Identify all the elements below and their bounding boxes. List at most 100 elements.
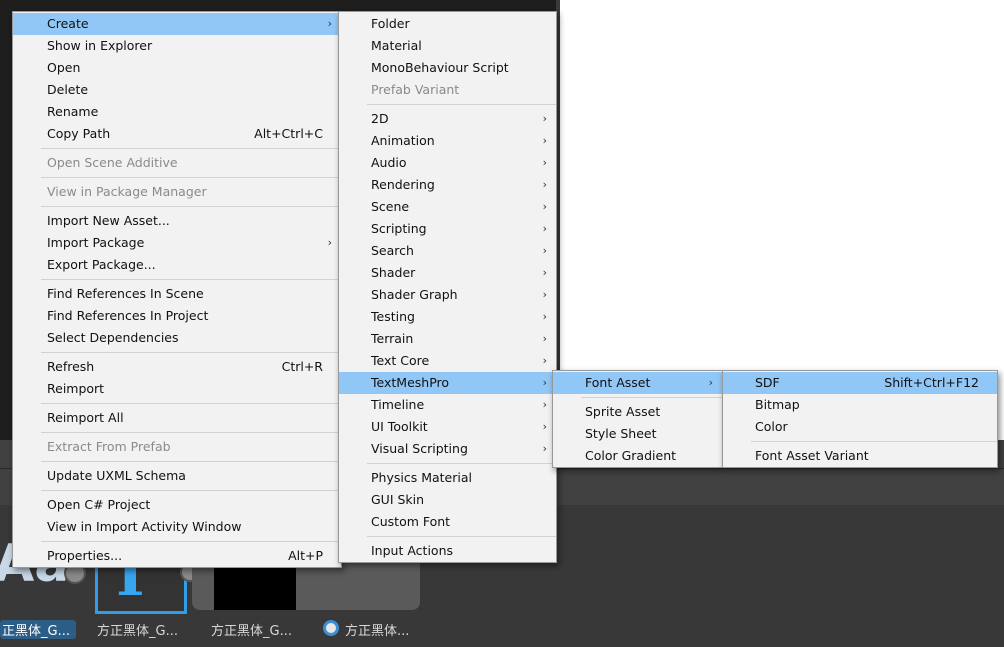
asset-label-4[interactable]: 方正黑体... [345,620,409,639]
menu-item-find-references-in-project[interactable]: Find References In Project [13,305,341,327]
menu-item-timeline[interactable]: Timeline › [339,394,556,416]
menu-item-scene[interactable]: Scene › [339,196,556,218]
menu-item-monobehaviour-script[interactable]: MonoBehaviour Script [339,57,556,79]
menu-item-bitmap[interactable]: Bitmap [723,394,997,416]
chevron-right-icon: › [327,236,332,249]
menu-item-label: SDF [755,375,780,390]
menu-item-color[interactable]: Color [723,416,997,438]
menu-item-label: 2D [371,111,389,126]
menu-item-sprite-asset[interactable]: Sprite Asset [553,401,722,423]
chevron-right-icon: › [542,332,547,345]
menu-item-open[interactable]: Open [13,57,341,79]
menu-item-label: Color Gradient [585,448,677,463]
textmeshpro-submenu: Font Asset › Sprite Asset Style Sheet Color … [552,370,723,468]
menu-item-2d[interactable]: 2D › [339,108,556,130]
menu-item-label: Reimport All [47,410,124,425]
menu-item-text-core[interactable]: Text Core › [339,350,556,372]
menu-item-custom-font[interactable]: Custom Font [339,511,556,533]
menu-item-visual-scripting[interactable]: Visual Scripting › [339,438,556,460]
menu-item-copy-path[interactable]: Copy Path Alt+Ctrl+C [13,123,341,145]
menu-item-label: Shader [371,265,416,280]
menu-item-label: Export Package... [47,257,156,272]
menu-item-label: Find References In Project [47,308,209,323]
menu-item-label: TextMeshPro [371,375,450,390]
create-submenu: Folder Material MonoBehaviour Script Prefab… [338,11,557,563]
menu-item-view-in-import-activity-window[interactable]: View in Import Activity Window [13,516,341,538]
menu-item-select-dependencies[interactable]: Select Dependencies [13,327,341,349]
menu-separator [41,461,341,462]
menu-item-animation[interactable]: Animation › [339,130,556,152]
menu-item-label: Input Actions [371,543,454,558]
menu-item-physics-material[interactable]: Physics Material [339,467,556,489]
menu-separator [41,148,341,149]
menu-item-scripting[interactable]: Scripting › [339,218,556,240]
menu-item-rendering[interactable]: Rendering › [339,174,556,196]
menu-item-label: Custom Font [371,514,451,529]
font-asset-submenu: SDF Shift+Ctrl+F12 Bitmap Color Font Asset V… [722,370,998,468]
menu-item-label: Text Core [371,353,430,368]
menu-item-show-in-explorer[interactable]: Show in Explorer [13,35,341,57]
chevron-right-icon: › [542,134,547,147]
menu-item-update-uxml-schema[interactable]: Update UXML Schema [13,465,341,487]
menu-separator [581,397,722,398]
menu-item-label: Open Scene Additive [47,155,178,170]
menu-item-label: Show in Explorer [47,38,153,53]
menu-item-export-package[interactable]: Export Package... [13,254,341,276]
material-radio-icon [323,620,339,636]
menu-item-label: Open [47,60,81,75]
chevron-right-icon: › [542,288,547,301]
menu-separator [367,463,556,464]
menu-item-label: Bitmap [755,397,800,412]
menu-item-ui-toolkit[interactable]: UI Toolkit › [339,416,556,438]
chevron-right-icon: › [542,112,547,125]
chevron-right-icon: › [708,376,713,389]
chevron-right-icon: › [542,178,547,191]
menu-item-style-sheet[interactable]: Style Sheet [553,423,722,445]
menu-item-import-package[interactable]: Import Package › [13,232,341,254]
menu-item-material[interactable]: Material [339,35,556,57]
menu-item-label: Update UXML Schema [47,468,186,483]
menu-item-testing[interactable]: Testing › [339,306,556,328]
menu-item-sdf[interactable]: SDF Shift+Ctrl+F12 [723,372,997,394]
menu-item-label: MonoBehaviour Script [371,60,509,75]
menu-separator [367,536,556,537]
menu-item-shader[interactable]: Shader › [339,262,556,284]
menu-item-audio[interactable]: Audio › [339,152,556,174]
menu-item-prefab-variant: Prefab Variant [339,79,556,101]
menu-item-find-references-in-scene[interactable]: Find References In Scene [13,283,341,305]
menu-item-refresh[interactable]: Refresh Ctrl+R [13,356,341,378]
menu-item-label: Physics Material [371,470,472,485]
menu-item-reimport[interactable]: Reimport [13,378,341,400]
asset-label-2[interactable]: 方正黑体_G... [97,620,178,639]
menu-item-gui-skin[interactable]: GUI Skin [339,489,556,511]
menu-item-import-new-asset[interactable]: Import New Asset... [13,210,341,232]
menu-item-view-in-package-manager: View in Package Manager [13,181,341,203]
menu-item-properties[interactable]: Properties... Alt+P [13,545,341,567]
menu-item-input-actions[interactable]: Input Actions [339,540,556,562]
menu-item-terrain[interactable]: Terrain › [339,328,556,350]
menu-item-search[interactable]: Search › [339,240,556,262]
menu-item-shortcut: Alt+P [288,548,323,563]
menu-item-open-c-project[interactable]: Open C# Project [13,494,341,516]
menu-item-label: Select Dependencies [47,330,179,345]
menu-item-rename[interactable]: Rename [13,101,341,123]
asset-label-1[interactable]: 正黑体_G... [0,620,76,639]
menu-item-delete[interactable]: Delete [13,79,341,101]
menu-item-create[interactable]: Create › [13,13,341,35]
asset-label-3[interactable]: 方正黑体_G... [211,620,292,639]
menu-item-label: Find References In Scene [47,286,204,301]
menu-item-label: Search [371,243,414,258]
menu-item-folder[interactable]: Folder [339,13,556,35]
menu-item-shader-graph[interactable]: Shader Graph › [339,284,556,306]
menu-item-font-asset[interactable]: Font Asset › [553,372,722,394]
menu-item-label: Timeline [371,397,425,412]
menu-item-textmeshpro[interactable]: TextMeshPro › [339,372,556,394]
menu-item-label: Reimport [47,381,105,396]
chevron-right-icon: › [327,17,332,30]
menu-item-label: Properties... [47,548,123,563]
menu-item-label: Rendering [371,177,435,192]
menu-item-color-gradient[interactable]: Color Gradient [553,445,722,467]
menu-item-label: Rename [47,104,99,119]
menu-item-font-asset-variant[interactable]: Font Asset Variant [723,445,997,467]
menu-item-reimport-all[interactable]: Reimport All [13,407,341,429]
